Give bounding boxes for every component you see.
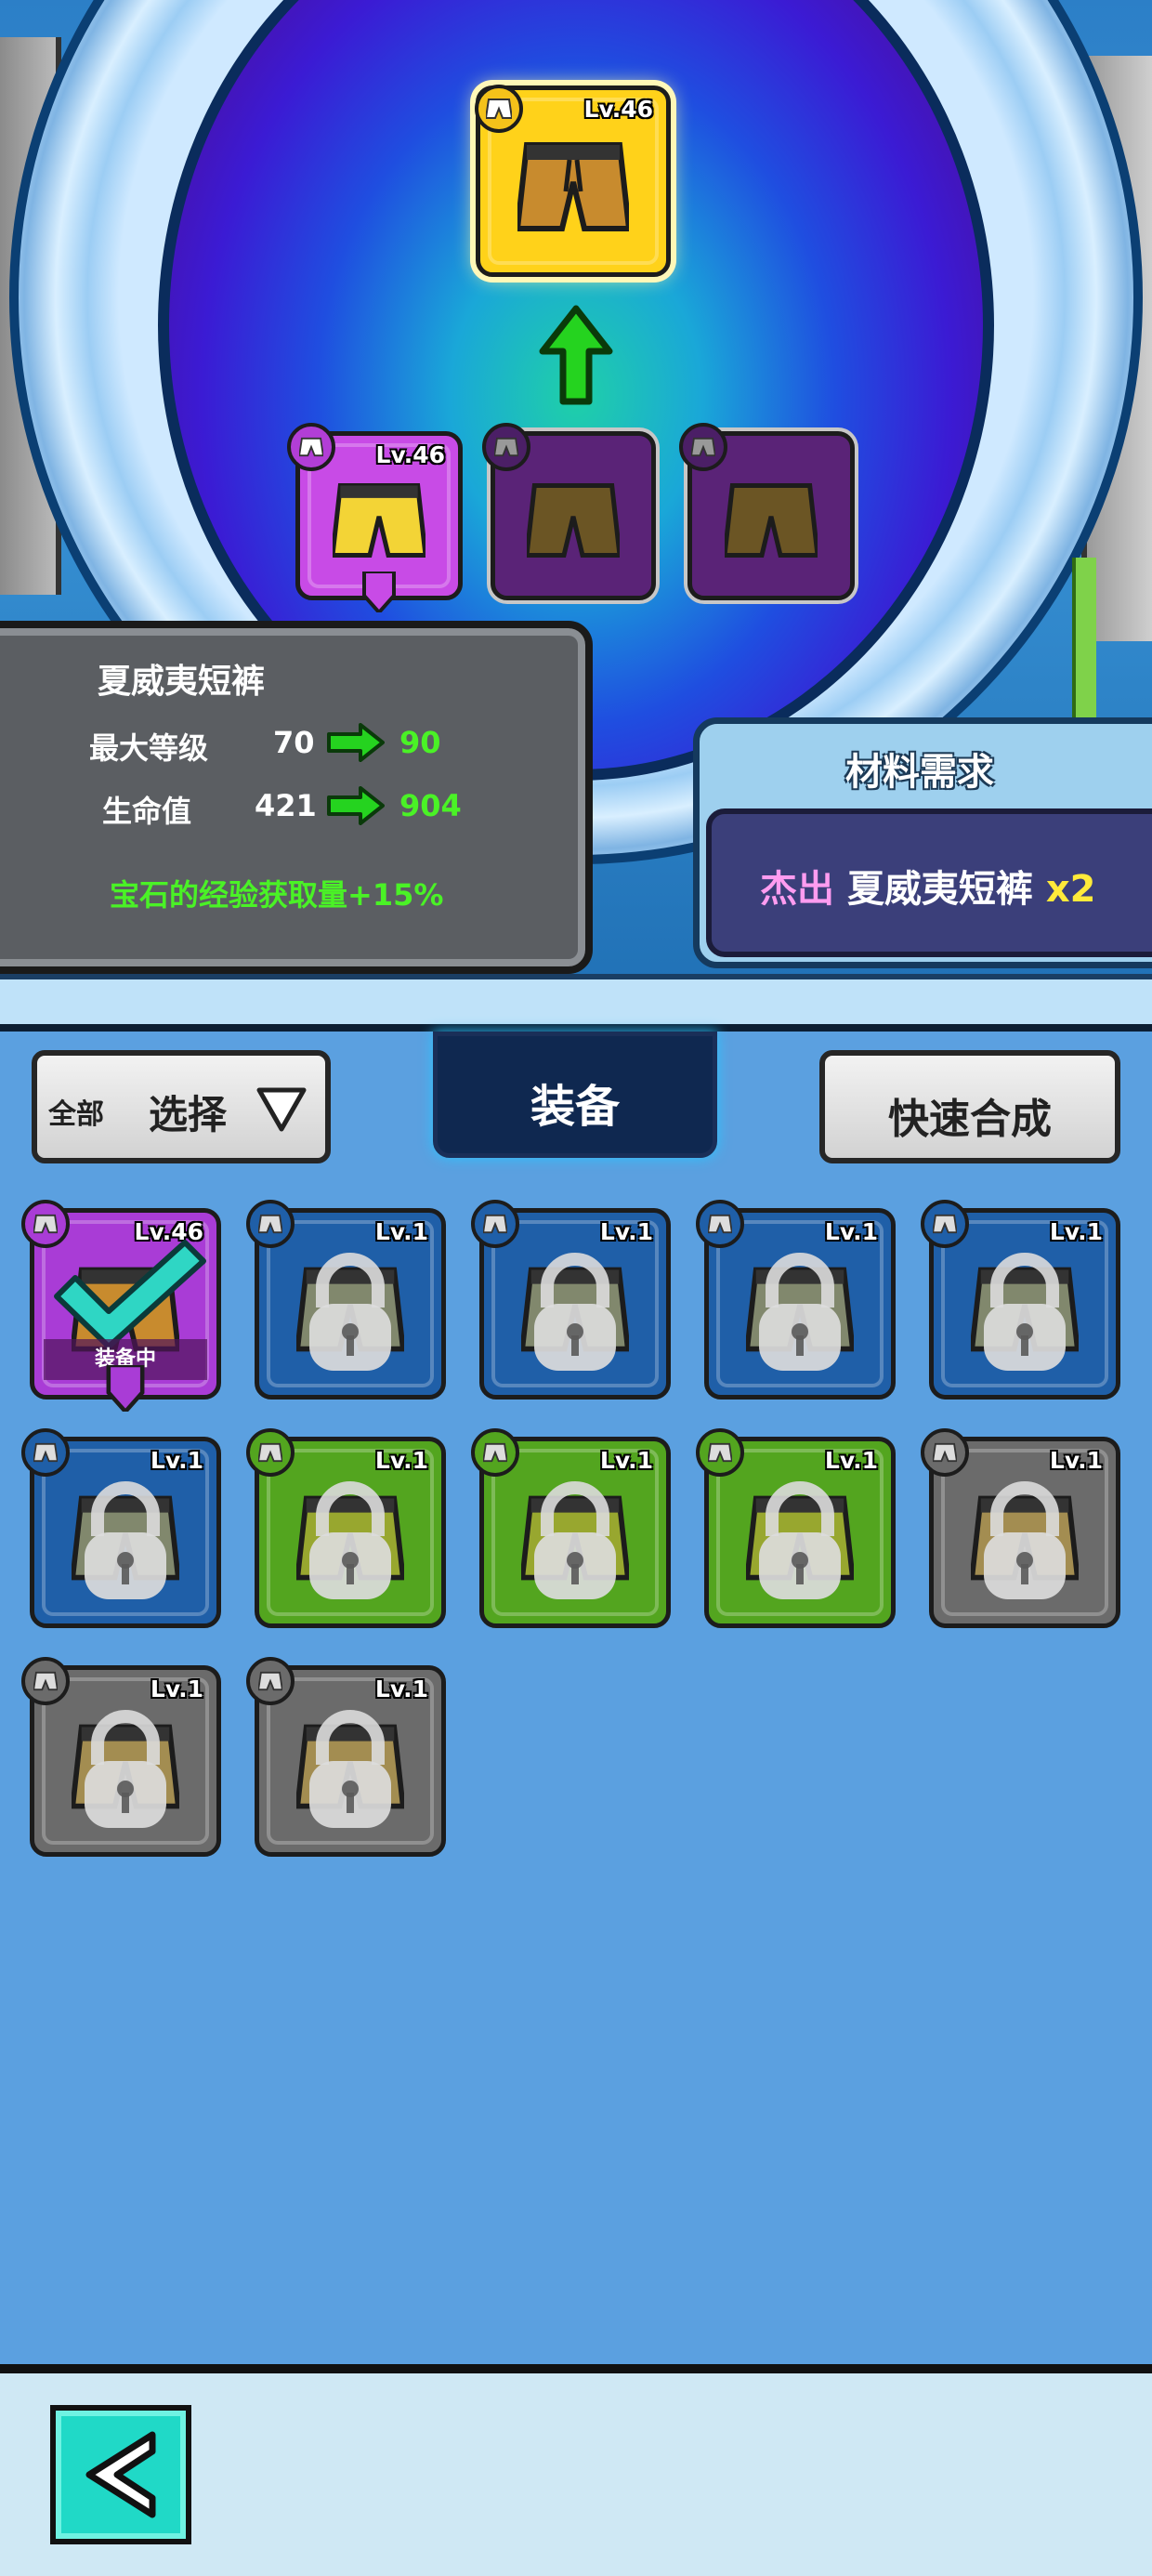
shorts-icon <box>696 1428 744 1477</box>
select-filter-dropdown[interactable]: 全部 选择 <box>32 1050 331 1163</box>
shorts-icon <box>287 423 335 471</box>
green-bar-decoration <box>1072 558 1096 725</box>
quick-merge-label: 快速合成 <box>888 1096 1052 1143</box>
item-level: Lv.1 <box>599 1447 653 1474</box>
inventory-item[interactable]: Lv.1 <box>471 1428 671 1628</box>
shorts-icon <box>482 423 530 471</box>
item-level: Lv.1 <box>150 1447 203 1474</box>
item-name: 夏威夷短裤 <box>98 663 266 701</box>
item-level: Lv.1 <box>824 1218 878 1245</box>
equipped-pin-icon <box>104 1362 147 1415</box>
shorts-icon <box>21 1657 70 1705</box>
inventory-item[interactable]: Lv.1 <box>696 1428 896 1628</box>
material-slot-2[interactable] <box>482 423 656 600</box>
material-slot-1[interactable]: Lv.46 <box>287 423 463 616</box>
material-rarity: 杰出 <box>760 868 834 911</box>
shorts-icon <box>475 85 523 133</box>
inventory-item[interactable]: Lv.46 装备中 <box>21 1200 221 1415</box>
item-level: Lv.1 <box>1049 1218 1103 1245</box>
lock-icon <box>304 1709 397 1835</box>
bonus-text: 宝石的经验获取量+15% <box>110 877 444 913</box>
shorts-icon <box>471 1428 519 1477</box>
max-level-label: 最大等级 <box>89 730 209 766</box>
lock-icon <box>978 1252 1071 1378</box>
result-item-level: Lv.46 <box>583 96 653 123</box>
inventory-item[interactable]: Lv.1 <box>921 1200 1120 1400</box>
shorts-icon <box>246 1428 295 1477</box>
lock-icon <box>978 1480 1071 1607</box>
lock-icon <box>79 1709 172 1835</box>
right-arrow-icon <box>327 723 385 766</box>
shorts-icon <box>921 1428 969 1477</box>
equipped-pin-icon <box>360 570 398 616</box>
hp-label: 生命值 <box>102 794 192 829</box>
shorts-icon <box>921 1200 969 1248</box>
material-title: 材料需求 <box>845 751 994 794</box>
material-name: 夏威夷短裤 <box>846 868 1033 911</box>
item-level: Lv.1 <box>374 1447 428 1474</box>
shorts-icon <box>246 1657 295 1705</box>
lock-icon <box>529 1252 622 1378</box>
lock-icon <box>304 1252 397 1378</box>
shorts-icon <box>696 1200 744 1248</box>
hp-new: 904 <box>399 788 462 823</box>
hp-old: 421 <box>255 788 317 823</box>
shorts-icon <box>21 1428 70 1477</box>
shorts-icon <box>246 1200 295 1248</box>
max-level-old: 70 <box>273 725 315 760</box>
max-level-new: 90 <box>399 725 441 760</box>
tab-equipment[interactable]: 装备 <box>433 1032 717 1158</box>
lock-icon <box>304 1480 397 1607</box>
inventory-item[interactable]: Lv.1 <box>921 1428 1120 1628</box>
select-label: 选择 <box>149 1092 228 1137</box>
material-slot-3[interactable] <box>679 423 855 600</box>
dropdown-triangle-icon <box>256 1087 307 1136</box>
item-level: Lv.1 <box>1049 1447 1103 1474</box>
lock-icon <box>753 1252 846 1378</box>
filter-all-label: 全部 <box>48 1098 104 1131</box>
right-arrow-icon <box>327 786 385 829</box>
shorts-silhouette-icon <box>524 476 622 569</box>
inventory-item[interactable]: Lv.1 <box>21 1657 221 1857</box>
lock-icon <box>753 1480 846 1607</box>
inventory-item[interactable]: Lv.1 <box>696 1200 896 1400</box>
shorts-icon <box>679 423 727 471</box>
item-level: Lv.1 <box>374 1218 428 1245</box>
shorts-icon <box>514 136 633 242</box>
item-level: Lv.1 <box>374 1676 428 1702</box>
lock-icon <box>79 1480 172 1607</box>
inventory-item[interactable]: Lv.1 <box>246 1428 446 1628</box>
item-level: Lv.1 <box>150 1676 203 1702</box>
inventory-item[interactable]: Lv.1 <box>471 1200 671 1400</box>
quick-merge-button[interactable]: 快速合成 <box>819 1050 1120 1163</box>
shorts-icon <box>330 476 428 569</box>
item-level: Lv.1 <box>599 1218 653 1245</box>
lock-icon <box>529 1480 622 1607</box>
inventory-item[interactable]: Lv.1 <box>246 1657 446 1857</box>
back-arrow-icon <box>85 2431 156 2518</box>
material-requirement: 杰出 夏威夷短裤 x2 <box>760 859 1096 913</box>
tab-equipment-label: 装备 <box>530 1081 620 1133</box>
check-icon <box>51 1239 209 1354</box>
result-item-card[interactable]: Lv.46 <box>475 85 671 277</box>
inventory-item[interactable]: Lv.1 <box>21 1428 221 1628</box>
panel-divider <box>0 974 1152 1032</box>
material-slot-level: Lv.46 <box>375 441 445 468</box>
back-button[interactable] <box>50 2405 191 2544</box>
item-level: Lv.1 <box>824 1447 878 1474</box>
inventory-item[interactable]: Lv.1 <box>246 1200 446 1400</box>
up-arrow-icon <box>539 305 613 411</box>
material-count: x2 <box>1045 868 1096 911</box>
shorts-silhouette-icon <box>722 476 820 569</box>
shorts-icon <box>471 1200 519 1248</box>
